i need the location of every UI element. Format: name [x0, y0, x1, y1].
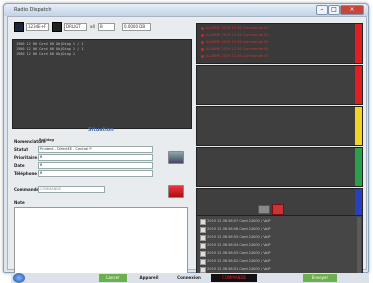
alarm-text: ALARME 2019 12 06 Commande 05: [206, 40, 269, 44]
log-line: 1900 12 06 Card 60 ObjDiag 1: [16, 52, 76, 56]
field-label: Date: [14, 163, 25, 168]
note-textarea[interactable]: [14, 207, 188, 275]
log-panel: 1900 12 06 Card 60 ObjDiag 1 / 1 1900 12…: [12, 39, 192, 129]
statut-input[interactable]: Prudent - DirectEE - Central P: [38, 146, 153, 153]
minimize-button[interactable]: –: [316, 5, 328, 15]
prioritaire-input[interactable]: B: [38, 154, 153, 161]
checkbox[interactable]: [200, 219, 206, 225]
checkbox[interactable]: [200, 235, 206, 241]
field-label: Prioritaire: [14, 155, 38, 160]
checkbox[interactable]: [200, 259, 206, 265]
history-text: 2019 12 06 08:52 Card 24000 / ValP: [207, 259, 271, 263]
window-title: Radio Dispatch: [14, 7, 52, 13]
level-panel-green: [196, 147, 363, 187]
alarm-text: ALARME 2019 12 06 Commande 04: [206, 33, 269, 37]
alarm-icon: [201, 55, 204, 58]
alarm-icon: [201, 48, 204, 51]
alert-status-button[interactable]: COMMANDE: [211, 274, 257, 282]
clear-icon[interactable]: [272, 204, 284, 215]
commande-select[interactable]: COMMANDE: [38, 186, 105, 193]
alarm-panel: ALARME 2019 12 06 Commande 03 ALARME 201…: [196, 23, 363, 64]
alert-button[interactable]: [168, 185, 184, 198]
grid-icon[interactable]: [52, 22, 62, 32]
toolbar-field-2[interactable]: DRLIGT: [64, 23, 87, 31]
section-title: Situation: [88, 127, 114, 133]
level-panel-red: [196, 65, 363, 105]
checkbox[interactable]: [200, 227, 206, 233]
title-bar: Radio Dispatch – □ ×: [4, 4, 368, 16]
checkbox[interactable]: [200, 251, 206, 257]
toolbar: 1234E+F DRLIGT x4 B 0.0000 DB: [12, 20, 190, 32]
history-text: 2019 12 06 08:56 Card 24000 / ValP: [207, 227, 271, 231]
history-item[interactable]: 2019 12 06 08:54 Card 24000 / ValP: [200, 243, 320, 249]
telephone-input[interactable]: B: [38, 170, 153, 177]
history-text: 2019 12 06 08:51 Card 24000 / ValP: [207, 267, 271, 271]
launch-button[interactable]: Lancer: [99, 274, 127, 282]
alarm-color-strip: [355, 24, 362, 63]
alarm-text: ALARME 2019 12 06 Commande 07: [206, 54, 269, 58]
history-item[interactable]: 2019 12 06 08:56 Card 24000 / ValP: [200, 227, 320, 233]
alarm-item[interactable]: ALARME 2019 12 06 Commande 06: [201, 47, 271, 52]
field-label: Téléphone: [14, 171, 38, 176]
history-scrollbar[interactable]: [357, 217, 361, 273]
date-input[interactable]: B: [38, 162, 153, 169]
app-window: Radio Dispatch – □ × 1234E+F DRLIGT x4 B…: [3, 3, 369, 283]
print-button[interactable]: [168, 151, 184, 164]
log-line: 1900 12 06 Card 60 ObjDiag 1 / 1: [16, 42, 84, 46]
history-text: 2019 12 06 08:54 Card 24000 / ValP: [207, 243, 271, 247]
send-button[interactable]: Envoyer: [303, 274, 337, 282]
note-label: Note: [14, 200, 25, 205]
alarm-text: ALARME 2019 12 06 Commande 06: [206, 47, 269, 51]
history-item[interactable]: 2019 12 06 08:57 Card 24000 / ValP: [200, 219, 320, 225]
device-icon[interactable]: [14, 22, 24, 32]
history-item[interactable]: 2019 12 06 08:52 Card 24000 / ValP: [200, 259, 320, 265]
checkbox[interactable]: [200, 243, 206, 249]
alarm-item[interactable]: ALARME 2019 12 06 Commande 04: [201, 33, 271, 38]
maximize-button[interactable]: □: [328, 5, 340, 15]
status-label-connection: Connexion: [177, 275, 201, 280]
log-line: 1900 12 06 Card 60 ObjDiag 1 / 1: [16, 47, 84, 51]
history-text: 2019 12 06 08:57 Card 24000 / ValP: [207, 219, 271, 223]
toolbar-field-1[interactable]: 1234E+F: [26, 23, 49, 31]
history-text: 2019 12 06 08:55 Card 24000 / ValP: [207, 235, 271, 239]
close-button[interactable]: ×: [340, 5, 364, 15]
status-label-device: Appareil: [139, 275, 159, 280]
toolbar-field-4[interactable]: 0.0000 DB: [122, 23, 151, 31]
toolbar-field-3[interactable]: B: [98, 23, 115, 31]
alarm-item[interactable]: ALARME 2019 12 06 Commande 03: [201, 26, 271, 31]
toolbar-label: x4: [90, 24, 95, 29]
alarm-text: ALARME 2019 12 06 Commande 03: [206, 26, 269, 30]
alarm-item[interactable]: ALARME 2019 12 06 Commande 07: [201, 54, 271, 59]
level-color-strip: [355, 148, 362, 186]
level-color-strip: [355, 66, 362, 104]
client-area: 1234E+F DRLIGT x4 B 0.0000 DB 1900 12 06…: [7, 16, 369, 283]
level-color-strip: [355, 107, 362, 145]
alarm-icon: [201, 34, 204, 37]
alarm-item[interactable]: ALARME 2019 12 06 Commande 05: [201, 40, 271, 45]
history-item[interactable]: 2019 12 06 08:55 Card 24000 / ValP: [200, 235, 320, 241]
field-label: Statut: [14, 147, 29, 152]
level-panel-yellow: [196, 106, 363, 146]
alarm-icon: [201, 27, 204, 30]
history-item[interactable]: 2019 12 06 08:53 Card 24000 / ValP: [200, 251, 320, 257]
history-toolbar: [258, 203, 298, 215]
nomenclature-value: Bulldog: [39, 138, 54, 142]
list-icon[interactable]: [258, 205, 270, 214]
field-label: Commande: [14, 187, 40, 192]
history-text: 2019 12 06 08:53 Card 24000 / ValP: [207, 251, 271, 255]
alarm-icon: [201, 41, 204, 44]
history-panel: 2019 12 06 08:57 Card 24000 / ValP 2019 …: [196, 215, 363, 275]
